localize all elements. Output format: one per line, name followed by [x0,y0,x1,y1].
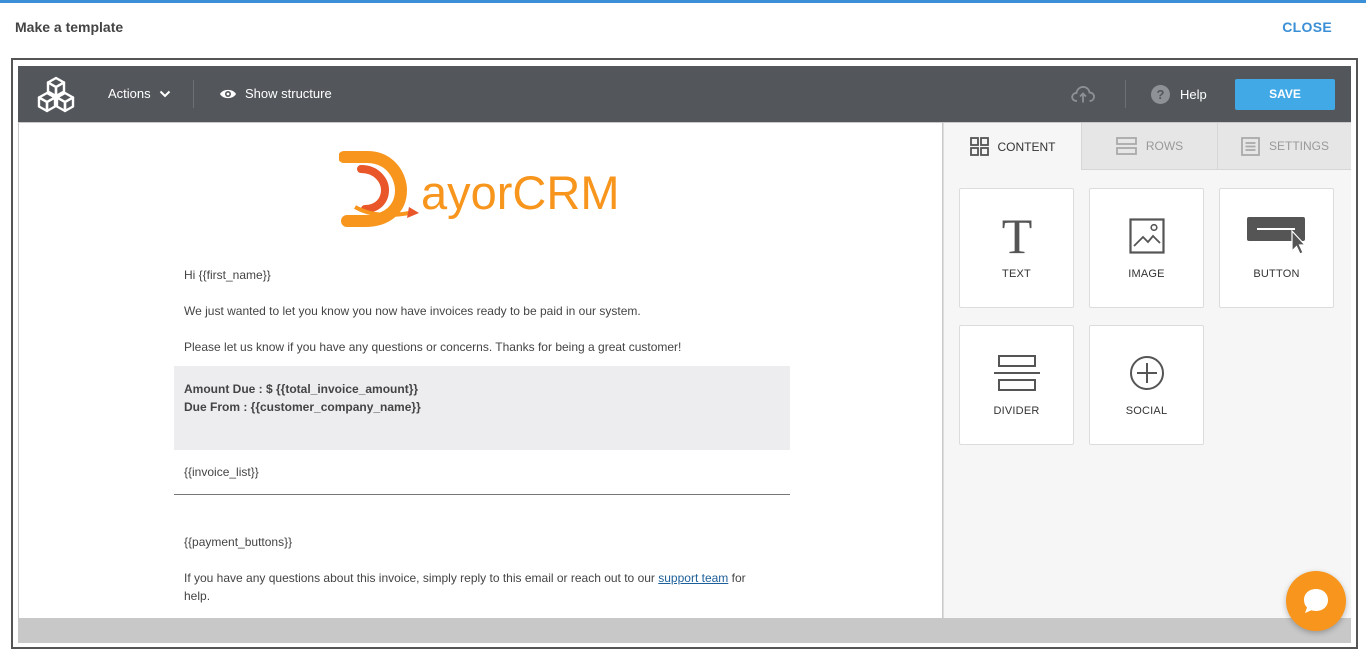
show-structure-label: Show structure [245,86,332,101]
content-tile-image[interactable]: IMAGE [1089,188,1204,308]
dialog-title: Make a template [15,19,124,35]
rows-icon [1115,136,1137,155]
amount-due-text[interactable]: Amount Due : $ {{total_invoice_amount}} [184,380,418,398]
footer-text-help: help. [184,589,211,603]
tab-settings-label: SETTINGS [1268,139,1329,153]
invoice-summary-block[interactable]: Amount Due : $ {{total_invoice_amount}} … [174,366,790,450]
help-button[interactable]: ? Help [1151,85,1207,104]
tile-button-label: BUTTON [1253,268,1300,280]
toolbar-divider [1125,80,1126,108]
divider-icon [993,355,1040,391]
brand-logo-text: ayorCRM [421,166,619,219]
brand-logo-mark: ayorCRM [338,151,619,227]
help-icon: ? [1151,85,1170,104]
email-intro-line[interactable]: We just wanted to let you know you now h… [184,302,641,320]
eye-icon [220,89,236,98]
email-greeting[interactable]: Hi {{first_name}} [184,266,271,284]
close-button[interactable]: CLOSE [1282,19,1332,35]
content-tile-divider[interactable]: DIVIDER [959,325,1074,445]
footer-text-before: If you have any questions about this inv… [184,571,659,585]
email-canvas[interactable]: ayorCRM Hi {{first_name}} We just wanted… [19,123,942,618]
button-icon [1246,217,1306,255]
chat-bubble-icon [1304,589,1328,613]
content-tile-text[interactable]: T TEXT [959,188,1074,308]
help-label: Help [1180,87,1207,102]
dialog-header: Make a template CLOSE [0,3,1366,58]
content-tile-social[interactable]: SOCIAL [1089,325,1204,445]
support-team-link[interactable]: support team [658,571,728,585]
tab-content-label: CONTENT [997,139,1056,154]
tile-image-label: IMAGE [1128,268,1165,280]
brand-logo[interactable]: ayorCRM [338,147,629,227]
tile-text-label: TEXT [1002,268,1031,280]
cloud-upload-icon[interactable] [1070,84,1096,104]
content-tile-button[interactable]: BUTTON [1219,188,1334,308]
text-icon: T [1001,215,1032,257]
save-button[interactable]: SAVE [1235,79,1335,110]
show-structure-toggle[interactable]: Show structure [219,86,332,101]
tab-content[interactable]: CONTENT [944,123,1081,170]
actions-menu[interactable]: Actions [108,86,171,101]
tab-rows[interactable]: ROWS [1081,123,1217,170]
due-from-text[interactable]: Due From : {{customer_company_name}} [184,398,421,416]
invoice-list-placeholder[interactable]: {{invoice_list}} [184,463,259,481]
tile-divider-label: DIVIDER [993,405,1040,417]
footer-text-after: for [728,571,746,585]
social-plus-icon [1129,356,1164,390]
cubes-logo-icon [37,76,75,113]
sidebar-tabs: CONTENT ROWS SETTINGS [944,123,1351,170]
settings-list-icon [1241,136,1260,156]
actions-label: Actions [108,86,151,101]
tile-social-label: SOCIAL [1125,405,1168,417]
editor-toolbar: Actions Show structure ? Help SAVE [18,66,1351,122]
svg-text:T: T [1001,215,1032,257]
chat-launcher-button[interactable] [1286,571,1346,631]
editor-frame: Actions Show structure ? Help SAVE ayorC… [11,58,1358,649]
payment-buttons-placeholder[interactable]: {{payment_buttons}} [184,533,292,551]
tab-settings[interactable]: SETTINGS [1217,123,1351,170]
toolbar-divider [193,80,194,108]
email-footer-text[interactable]: If you have any questions about this inv… [184,569,784,605]
image-icon [1128,218,1165,254]
editor: Actions Show structure ? Help SAVE ayorC… [18,66,1351,643]
content-sidebar: CONTENT ROWS SETTINGS T TEXT IMAGE BUTTO… [943,123,1351,618]
email-divider[interactable] [174,494,790,495]
grid-icon [969,137,989,156]
chevron-down-icon [159,90,170,97]
tab-rows-label: ROWS [1145,139,1184,153]
email-thanks-line[interactable]: Please let us know if you have any quest… [184,338,681,356]
